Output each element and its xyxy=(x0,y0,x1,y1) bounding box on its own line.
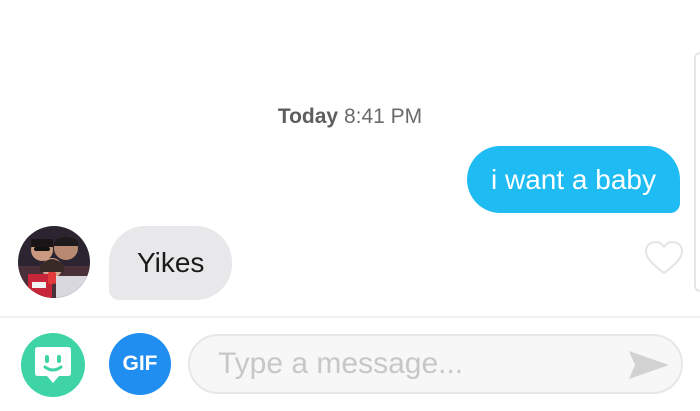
avatar-photo xyxy=(18,226,90,298)
sticker-face-icon xyxy=(35,347,71,383)
message-input[interactable] xyxy=(218,336,618,392)
composer-divider xyxy=(0,316,700,318)
heart-outline-icon[interactable] xyxy=(644,240,684,276)
chat-screen: Today 8:41 PM i want a baby Yikes GIF Ty… xyxy=(0,0,700,411)
sticker-button[interactable] xyxy=(21,333,85,397)
timestamp-day: Today xyxy=(277,105,339,128)
message-input-container[interactable] xyxy=(188,334,683,394)
outgoing-message-bubble[interactable]: i want a baby xyxy=(467,146,680,213)
message-timestamp: Today 8:41 PM xyxy=(0,105,700,129)
send-arrow-icon[interactable] xyxy=(627,349,671,381)
timestamp-time: 8:41 PM xyxy=(343,105,423,128)
edge-scroll-indicator xyxy=(694,52,700,292)
gif-button[interactable]: GIF xyxy=(109,333,171,395)
avatar[interactable] xyxy=(18,226,90,298)
incoming-message-bubble[interactable]: Yikes xyxy=(109,226,233,300)
